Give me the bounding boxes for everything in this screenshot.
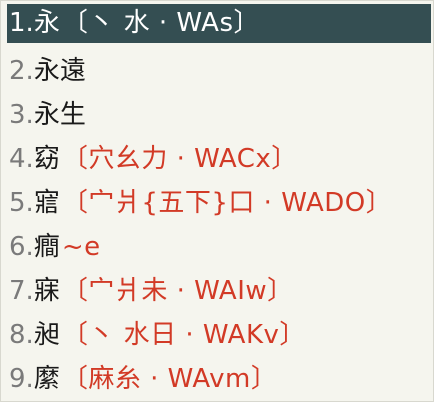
candidate-hint: ~e: [61, 232, 101, 262]
candidate-hint: 〔丶 水日 · WAKv〕: [61, 320, 306, 350]
candidate-index: 2.: [9, 56, 34, 86]
candidate-6[interactable]: 6. 癎 ~e: [7, 228, 101, 267]
candidate-5[interactable]: 5. 寣 〔宀爿{五下}口 · WADO〕: [7, 184, 392, 223]
candidate-index: 4.: [9, 144, 34, 174]
ime-candidate-panel: 1. 永 〔丶 水 · WAs〕 2. 永遠 3. 永生 4. 窈 〔穴幺力 ·…: [0, 0, 434, 402]
candidate-index: 7.: [9, 276, 34, 306]
candidate-2[interactable]: 2. 永遠: [7, 52, 88, 91]
candidate-1[interactable]: 1. 永 〔丶 水 · WAs〕: [7, 4, 431, 43]
candidate-hint: 〔麻糸 · WAvm〕: [61, 364, 278, 394]
candidate-index: 9.: [9, 364, 34, 394]
candidate-hint: 〔丶 水 · WAs〕: [61, 8, 261, 38]
candidate-text: 永生: [33, 100, 86, 130]
candidate-text: 昶: [33, 320, 60, 350]
candidate-hint: 〔宀爿未 · WAIw〕: [61, 276, 294, 306]
candidate-text: 縻: [33, 364, 60, 394]
candidate-hint: 〔宀爿{五下}口 · WADO〕: [61, 188, 393, 218]
candidate-index: 6.: [9, 232, 34, 262]
candidate-text: 寣: [33, 188, 60, 218]
candidate-text: 永: [33, 8, 60, 38]
candidate-index: 1.: [9, 8, 34, 38]
candidate-index: 8.: [9, 320, 34, 350]
candidate-index: 5.: [9, 188, 34, 218]
candidate-text: 寐: [33, 276, 60, 306]
candidate-hint: 〔穴幺力 · WACx〕: [61, 144, 298, 174]
candidate-9[interactable]: 9. 縻 〔麻糸 · WAvm〕: [7, 360, 277, 399]
candidate-text: 癎: [33, 232, 60, 262]
candidate-text: 永遠: [33, 56, 86, 86]
candidate-text: 窈: [33, 144, 60, 174]
candidate-4[interactable]: 4. 窈 〔穴幺力 · WACx〕: [7, 140, 298, 179]
candidate-7[interactable]: 7. 寐 〔宀爿未 · WAIw〕: [7, 272, 294, 311]
candidate-index: 3.: [9, 100, 34, 130]
candidate-8[interactable]: 8. 昶 〔丶 水日 · WAKv〕: [7, 316, 306, 355]
candidate-3[interactable]: 3. 永生: [7, 96, 88, 135]
